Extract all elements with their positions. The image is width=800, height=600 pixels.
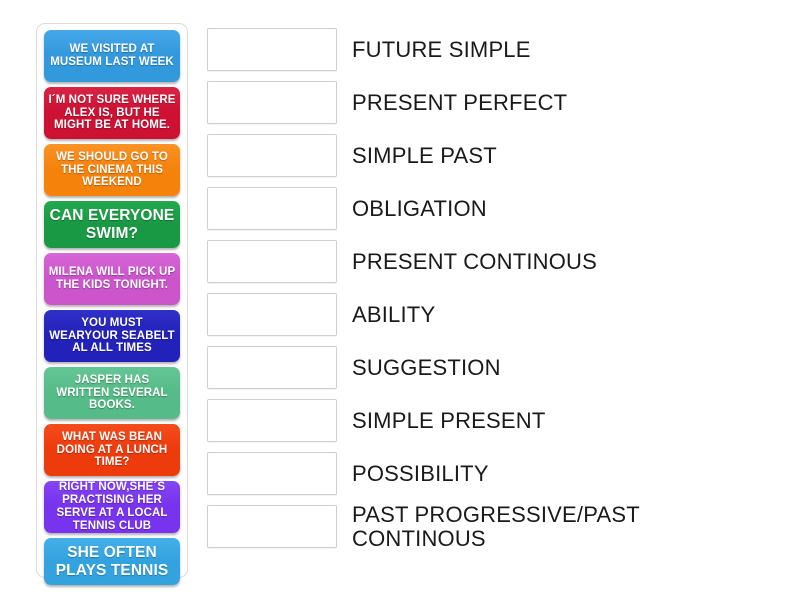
drop-zone[interactable] [207,346,337,389]
answer-tile[interactable]: RIGHT NOW,SHE´S PRACTISING HER SERVE AT … [44,481,180,533]
answer-row-label: PAST PROGRESSIVE/PAST CONTINOUS [352,501,640,551]
drop-zone[interactable] [207,399,337,442]
answer-tile[interactable]: JASPER HAS WRITTEN SEVERAL BOOKS. [44,367,180,419]
answer-tile-bank[interactable]: WE VISITED AT MUSEUM LAST WEEK I´M NOT SU… [36,23,188,585]
answer-tile-label: CAN EVERYONE SWIM? [49,207,175,242]
answer-tile[interactable]: YOU MUST WEARYOUR SEABELT AL ALL TIMES [44,310,180,362]
answer-tile[interactable]: SHE OFTEN PLAYS TENNIS [44,538,180,585]
drop-zone[interactable] [207,240,337,283]
answer-row: ABILITY [207,288,777,341]
answer-row-label: SIMPLE PRESENT [352,407,546,433]
answer-row: SIMPLE PRESENT [207,394,777,447]
answer-row: POSSIBILITY [207,447,777,500]
answer-tile-label: MILENA WILL PICK UP THE KIDS TONIGHT. [48,266,176,291]
answer-tile[interactable]: WE SHOULD GO TO THE CINEMA THIS WEEKEND [44,144,180,196]
answer-row: PAST PROGRESSIVE/PAST CONTINOUS [207,500,777,553]
drop-zone[interactable] [207,134,337,177]
answer-row: SUGGESTION [207,341,777,394]
answer-tile-label: I´M NOT SURE WHERE ALEX IS, BUT HE MIGHT… [48,93,176,132]
answer-tile[interactable]: CAN EVERYONE SWIM? [44,201,180,248]
answer-tile-label: RIGHT NOW,SHE´S PRACTISING HER SERVE AT … [56,481,168,532]
answer-row: OBLIGATION [207,182,777,235]
answer-row: PRESENT PERFECT [207,76,777,129]
answer-row-label: POSSIBILITY [352,460,489,486]
drop-zone[interactable] [207,452,337,495]
answer-tile-label: WE VISITED AT MUSEUM LAST WEEK [50,43,174,68]
answer-tile-label: WHAT WAS BEAN DOING AT A LUNCH TIME? [56,430,168,469]
answer-row-label: PRESENT PERFECT [352,89,568,115]
answer-tile[interactable]: WHAT WAS BEAN DOING AT A LUNCH TIME? [44,424,180,476]
answer-tile-label: JASPER HAS WRITTEN SEVERAL BOOKS. [56,373,168,412]
answer-tile[interactable]: MILENA WILL PICK UP THE KIDS TONIGHT. [44,253,180,305]
drop-zone[interactable] [207,505,337,548]
answer-tile-label: YOU MUST WEARYOUR SEABELT AL ALL TIMES [49,316,175,355]
answer-row-label: SUGGESTION [352,354,501,380]
answer-row-label: ABILITY [352,301,436,327]
answer-tile-label: SHE OFTEN PLAYS TENNIS [55,544,169,579]
answer-row-label: OBLIGATION [352,195,487,221]
answer-tile[interactable]: WE VISITED AT MUSEUM LAST WEEK [44,30,180,82]
match-up-activity: WE VISITED AT MUSEUM LAST WEEK I´M NOT SU… [0,0,800,600]
answer-tile-label: WE SHOULD GO TO THE CINEMA THIS WEEKEND [56,150,168,189]
answer-row-label: PRESENT CONTINOUS [352,248,598,274]
drop-zone[interactable] [207,187,337,230]
answer-row-label: SIMPLE PAST [352,142,497,168]
answer-tile[interactable]: I´M NOT SURE WHERE ALEX IS, BUT HE MIGHT… [44,87,180,139]
answer-row: FUTURE SIMPLE [207,23,777,76]
answer-rows-list: FUTURE SIMPLE PRESENT PERFECT SIMPLE PAST O… [207,23,777,553]
drop-zone[interactable] [207,81,337,124]
answer-row: SIMPLE PAST [207,129,777,182]
answer-row-label: FUTURE SIMPLE [352,36,531,62]
answer-row: PRESENT CONTINOUS [207,235,777,288]
drop-zone[interactable] [207,293,337,336]
drop-zone[interactable] [207,28,337,71]
